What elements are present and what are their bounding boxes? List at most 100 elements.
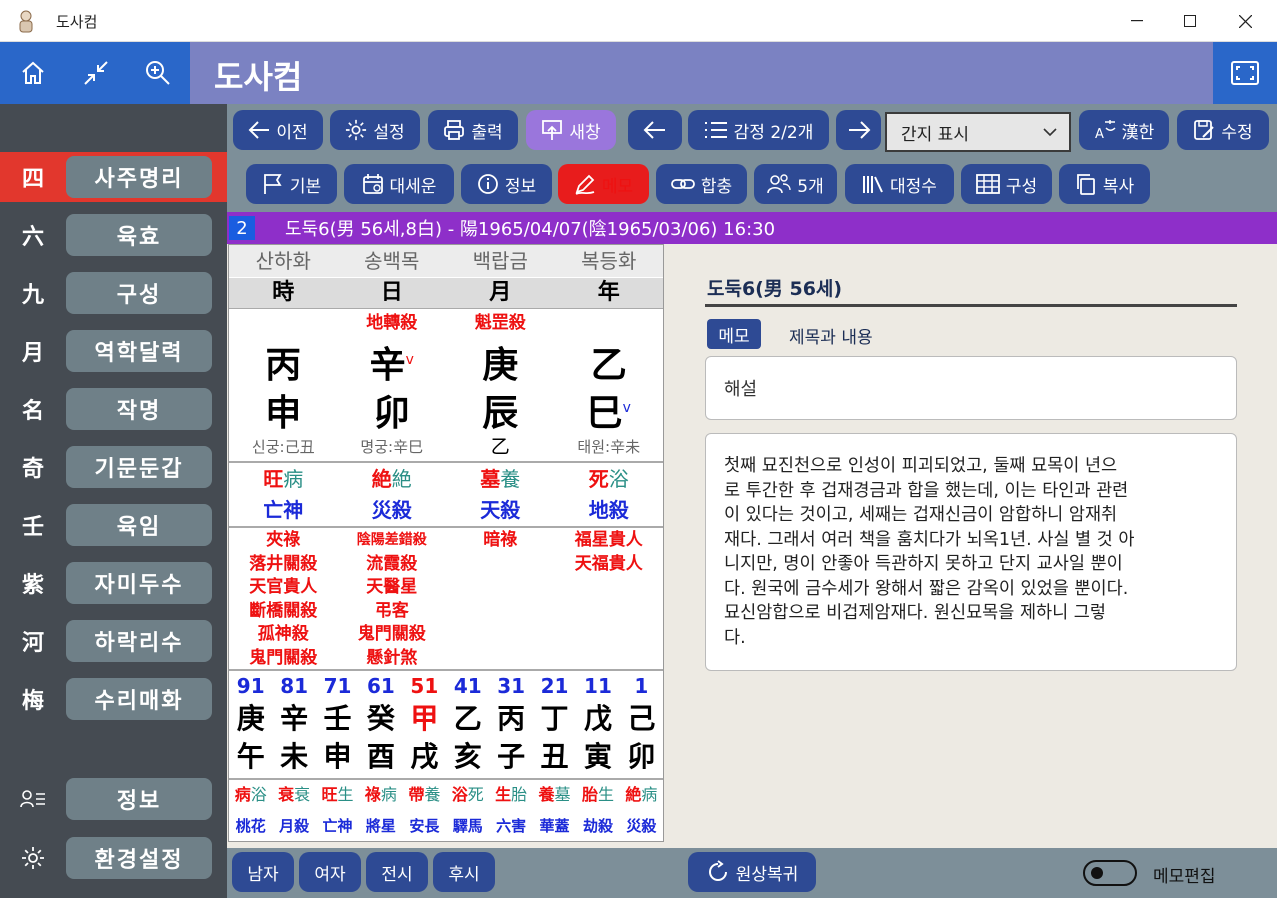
luck-spirit: 桃花 [235, 817, 266, 835]
copy-button[interactable]: 복사 [1059, 164, 1150, 204]
luck-branch-current[interactable]: 戌 [403, 739, 446, 775]
nayin-row: 산하화 송백목 백랍금 복등화 [229, 245, 663, 277]
sidebar-item-yugim[interactable]: 壬 육임 [0, 500, 227, 550]
luck-stem[interactable]: 癸 [359, 701, 402, 737]
memo-edit-toggle[interactable] [1083, 860, 1137, 886]
luck-branch[interactable]: 丑 [533, 739, 576, 775]
branch-hour: 申 [265, 393, 302, 434]
home-button[interactable] [16, 56, 50, 90]
sidebar-item-saju[interactable]: 四 사주명리 [0, 152, 227, 202]
forward-arrow-button[interactable] [836, 110, 881, 150]
sidebar-item-label: 정보 [66, 778, 212, 820]
memo-button[interactable]: 메모 [558, 164, 649, 204]
minimize-button[interactable] [1110, 0, 1164, 42]
review-button[interactable]: 감정 2/2개 [688, 110, 829, 150]
after-hour-button[interactable]: 후시 [433, 852, 495, 892]
shrink-button[interactable] [79, 56, 113, 90]
luck-branch[interactable]: 申 [316, 739, 359, 775]
review-label: 감정 2/2개 [733, 122, 814, 143]
spirit-month: 天殺 [480, 498, 521, 522]
luck-branch[interactable]: 卯 [620, 739, 663, 775]
save-edit-icon [1194, 120, 1215, 140]
luck-state: 胎生 [581, 785, 614, 804]
luck-spirit: 華蓋 [539, 817, 570, 835]
app-title: 도사컴 [214, 58, 303, 96]
pillar-hour: 時 [272, 280, 295, 305]
sidebar-hanja: 壬 [21, 514, 44, 540]
structure-button[interactable]: 구성 [961, 164, 1052, 204]
memo-subject-field[interactable]: 해설 [705, 356, 1237, 420]
prev-button[interactable]: 이전 [233, 110, 323, 150]
five-button[interactable]: 5개 [754, 164, 837, 204]
luck-state: 浴死 [451, 785, 484, 804]
luck-stem[interactable]: 辛 [272, 701, 315, 737]
prev-label: 이전 [276, 122, 308, 143]
luck-age: 11 [584, 674, 612, 698]
info-button[interactable]: 정보 [461, 164, 552, 204]
ganji-display-select[interactable]: 간지 표시 [885, 112, 1071, 152]
sidebar-item-guseong[interactable]: 九 구성 [0, 268, 227, 318]
luck-stem[interactable]: 乙 [446, 701, 489, 737]
luck-branch[interactable]: 子 [489, 739, 532, 775]
edit-button[interactable]: 수정 [1177, 110, 1269, 150]
settings-button[interactable]: 설정 [330, 110, 420, 150]
sidebar-hanja: 四 [21, 166, 44, 192]
hanja-label: 漢한 [1121, 122, 1155, 143]
sidebar-item-qimen[interactable]: 奇 기문둔갑 [0, 442, 227, 492]
sidebar-item-label: 작명 [66, 388, 212, 430]
luck-stem[interactable]: 壬 [316, 701, 359, 737]
luck-spirit: 安長 [409, 817, 440, 835]
print-button[interactable]: 출력 [428, 110, 518, 150]
fullscreen-button[interactable] [1213, 42, 1277, 104]
luck-branch[interactable]: 亥 [446, 739, 489, 775]
stem-month: 庚 [482, 345, 519, 386]
link-icon [670, 179, 695, 189]
back-arrow-button[interactable] [628, 110, 682, 150]
luck-stem[interactable]: 己 [620, 701, 663, 737]
luck-age: 1 [634, 674, 649, 698]
zoom-button[interactable] [141, 56, 175, 90]
sidebar-item-info[interactable]: 정보 [0, 774, 227, 824]
reset-label: 원상복귀 [735, 864, 799, 885]
sidebar: 四 사주명리 六 육효 九 구성 月 역학달력 名 작명 奇 기문둔갑 壬 육임… [0, 104, 227, 898]
luck-age: 41 [453, 674, 482, 698]
main-content: 이전 설정 출력 새창 감정 2/2개 간지 표시 A 漢한 수정 기본 대세운… [227, 104, 1277, 898]
luck-stem[interactable]: 戊 [576, 701, 619, 737]
sidebar-item-harak[interactable]: 河 하락리수 [0, 616, 227, 666]
palace-shin: 신궁:己丑 [251, 438, 315, 456]
luck-spirit: 六害 [496, 817, 527, 835]
sidebar-item-naming[interactable]: 名 작명 [0, 384, 227, 434]
combine-button[interactable]: 합충 [656, 164, 747, 204]
daejeong-button[interactable]: 대정수 [845, 164, 954, 204]
close-button[interactable] [1218, 0, 1272, 42]
luck-button[interactable]: 대세운 [344, 164, 454, 204]
memo-content-field[interactable]: 첫째 묘진천으로 인성이 피괴되었고, 둘째 묘목이 년으 로 투간한 후 겁재… [705, 433, 1237, 671]
sidebar-item-suri[interactable]: 梅 수리매화 [0, 674, 227, 724]
state-month: 墓養 [480, 467, 521, 491]
sidebar-item-settings[interactable]: 환경설정 [0, 833, 227, 883]
luck-branch[interactable]: 酉 [359, 739, 402, 775]
sidebar-item-yukhyo[interactable]: 六 육효 [0, 210, 227, 260]
luck-stem[interactable]: 丁 [533, 701, 576, 737]
basic-button[interactable]: 기본 [246, 164, 337, 204]
case-summary: 도둑6(男 56세,8白) - 陽1965/04/07(陰1965/03/06)… [285, 219, 776, 240]
sidebar-item-calendar[interactable]: 月 역학달력 [0, 326, 227, 376]
female-button[interactable]: 여자 [299, 852, 361, 892]
hanja-button[interactable]: A 漢한 [1079, 110, 1169, 150]
sidebar-item-ziwei[interactable]: 紫 자미두수 [0, 558, 227, 608]
reset-button[interactable]: 원상복귀 [688, 852, 816, 892]
before-hour-button[interactable]: 전시 [366, 852, 428, 892]
luck-branch[interactable]: 未 [272, 739, 315, 775]
luck-stem[interactable]: 丙 [489, 701, 532, 737]
maximize-button[interactable] [1163, 0, 1217, 42]
svg-text:A: A [1095, 127, 1104, 141]
luck-branch[interactable]: 寅 [576, 739, 619, 775]
luck-stem-current[interactable]: 甲 [403, 701, 446, 737]
male-button[interactable]: 남자 [232, 852, 294, 892]
luck-branch[interactable]: 午 [229, 739, 272, 775]
luck-age-current: 51 [410, 674, 439, 698]
luck-age: 61 [367, 674, 395, 698]
refresh-icon [708, 860, 727, 881]
new-window-button[interactable]: 새창 [526, 110, 616, 150]
luck-stem[interactable]: 庚 [229, 701, 272, 737]
